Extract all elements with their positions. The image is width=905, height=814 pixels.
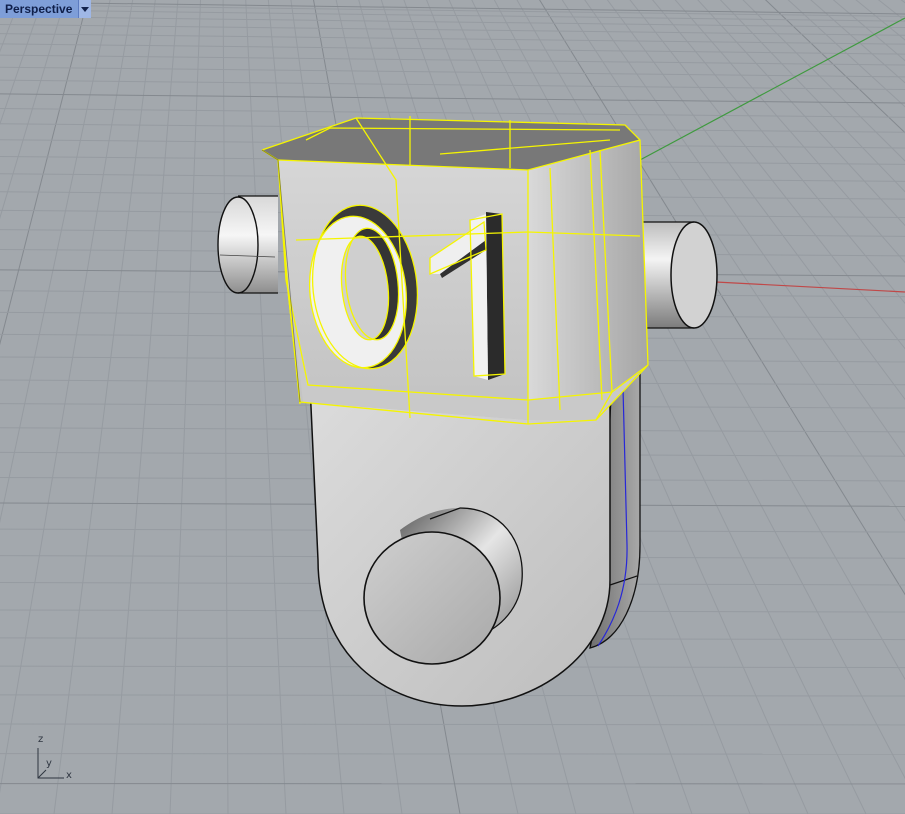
viewport-menu-dropdown-icon[interactable] xyxy=(79,0,92,18)
grid-line xyxy=(0,0,195,814)
axis-label-y: y xyxy=(46,758,52,769)
grid-line xyxy=(0,0,202,814)
grid-line xyxy=(245,0,287,814)
grid-line xyxy=(0,93,905,104)
grid-line xyxy=(169,0,202,814)
viewport-canvas[interactable] xyxy=(0,0,905,814)
grid-line xyxy=(0,0,204,814)
grid-line xyxy=(0,0,180,814)
grid-line xyxy=(0,0,184,814)
axis-label-z: z xyxy=(38,734,44,745)
grid-line xyxy=(0,107,905,118)
grid-line xyxy=(111,0,179,814)
perspective-viewport[interactable]: Perspective z y x xyxy=(0,0,905,814)
grid-line xyxy=(0,723,905,726)
axis-label-x: x xyxy=(66,770,72,781)
grid-line xyxy=(0,0,43,126)
grid-line xyxy=(0,0,200,814)
viewport-title-tab[interactable]: Perspective xyxy=(0,0,92,18)
grid-line xyxy=(0,79,905,91)
left-pin[interactable] xyxy=(217,195,278,294)
grid-line xyxy=(0,0,185,814)
grid-line xyxy=(0,0,134,794)
grid-line xyxy=(0,0,206,814)
label-block[interactable] xyxy=(261,116,649,425)
grid-line xyxy=(0,0,197,814)
grid-line xyxy=(0,33,905,45)
viewport-title-label[interactable]: Perspective xyxy=(0,0,80,18)
world-axis-icon: z y x xyxy=(30,734,80,786)
grid-line xyxy=(0,0,183,814)
grid-line xyxy=(0,54,905,66)
grid-line xyxy=(53,0,156,814)
grid-line xyxy=(0,0,66,220)
grid-line xyxy=(0,0,199,814)
grid-line xyxy=(0,753,905,755)
grid-line xyxy=(0,0,181,814)
grid-line xyxy=(222,0,229,814)
grid-line xyxy=(0,0,178,814)
grid-line xyxy=(0,0,196,814)
grid-line xyxy=(0,0,203,814)
grid-line xyxy=(0,0,193,814)
grid-line xyxy=(0,66,905,78)
part-model[interactable] xyxy=(217,116,718,707)
grid-line xyxy=(0,9,905,22)
grid-line xyxy=(0,0,182,814)
grid-line xyxy=(0,0,88,346)
grid-line xyxy=(0,0,207,814)
grid-line xyxy=(0,43,905,55)
grid-line xyxy=(0,0,111,524)
